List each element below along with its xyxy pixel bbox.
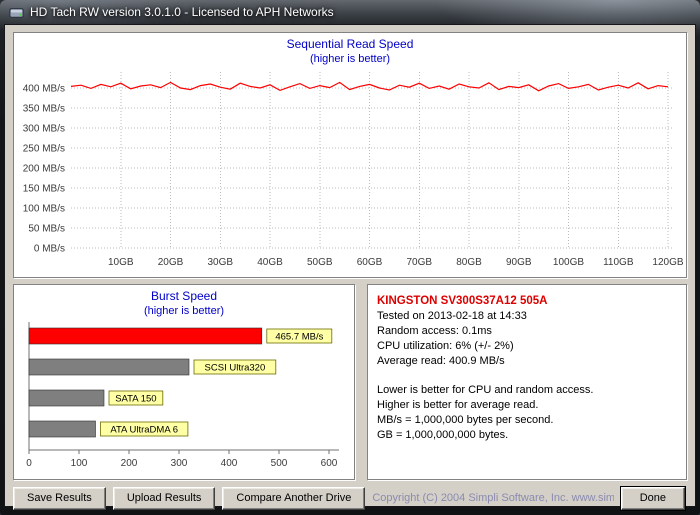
svg-text:400 MB/s: 400 MB/s [23, 84, 65, 95]
burst-speed-panel: Burst Speed (higher is better) 0 100 200 30… [13, 284, 355, 480]
svg-text:400: 400 [221, 458, 238, 469]
info-line-random-access: Random access: 0.1ms [377, 324, 677, 339]
svg-text:70GB: 70GB [407, 257, 433, 268]
burst-chart-subtitle: (higher is better) [14, 304, 354, 318]
info-line-cpu-utilization: CPU utilization: 6% (+/- 2%) [377, 339, 677, 354]
svg-text:ATA UltraDMA 6: ATA UltraDMA 6 [110, 425, 178, 436]
svg-text:80GB: 80GB [456, 257, 482, 268]
app-window: HD Tach RW version 3.0.1.0 - Licensed to… [0, 0, 700, 515]
sequential-chart-subtitle: (higher is better) [14, 52, 686, 66]
info-line-tested: Tested on 2013-02-18 at 14:33 [377, 309, 677, 324]
svg-text:465.7 MB/s: 465.7 MB/s [275, 332, 323, 343]
svg-text:300 MB/s: 300 MB/s [23, 124, 65, 135]
note-higher-better: Higher is better for average read. [377, 398, 677, 413]
upload-results-button[interactable]: Upload Results [113, 487, 216, 510]
burst-speed-chart: 0 100 200 300 400 500 600 465.7 MB/s SCSI Ultra3… [15, 318, 353, 476]
svg-text:100 MB/s: 100 MB/s [23, 204, 65, 215]
burst-chart-title: Burst Speed [14, 289, 354, 304]
svg-text:250 MB/s: 250 MB/s [23, 144, 65, 155]
bottom-row: Burst Speed (higher is better) 0 100 200 30… [13, 284, 687, 480]
copyright-text: Copyright (C) 2004 Simpli Software, Inc.… [372, 492, 613, 504]
svg-text:500: 500 [271, 458, 288, 469]
svg-text:200: 200 [121, 458, 138, 469]
save-results-button[interactable]: Save Results [13, 487, 106, 510]
sequential-read-chart: 400 MB/s 350 MB/s 300 MB/s 250 MB/s 200 MB/s… [15, 66, 685, 272]
svg-text:50GB: 50GB [307, 257, 333, 268]
svg-text:600: 600 [321, 458, 338, 469]
svg-text:200 MB/s: 200 MB/s [23, 164, 65, 175]
svg-text:350 MB/s: 350 MB/s [23, 104, 65, 115]
sequential-read-panel: Sequential Read Speed (higher is better)… [13, 32, 687, 278]
svg-text:120GB: 120GB [652, 257, 683, 268]
svg-text:50 MB/s: 50 MB/s [28, 224, 65, 235]
sequential-chart-title: Sequential Read Speed [14, 37, 686, 52]
svg-text:0: 0 [26, 458, 32, 469]
svg-text:SATA 150: SATA 150 [115, 394, 156, 405]
svg-text:60GB: 60GB [357, 257, 383, 268]
note-mbs-definition: MB/s = 1,000,000 bytes per second. [377, 413, 677, 428]
svg-text:110GB: 110GB [603, 257, 634, 268]
svg-text:20GB: 20GB [158, 257, 184, 268]
note-lower-better: Lower is better for CPU and random acces… [377, 383, 677, 398]
svg-text:90GB: 90GB [506, 257, 532, 268]
footer-toolbar: Save Results Upload Results Compare Anot… [13, 486, 687, 510]
hard-drive-icon [8, 4, 24, 20]
window-title: HD Tach RW version 3.0.1.0 - Licensed to… [30, 5, 334, 19]
info-spacer [377, 369, 677, 383]
compare-another-drive-button[interactable]: Compare Another Drive [222, 487, 365, 510]
svg-text:100: 100 [71, 458, 88, 469]
svg-text:40GB: 40GB [257, 257, 283, 268]
done-button[interactable]: Done [621, 487, 685, 510]
info-line-average-read: Average read: 400.9 MB/s [377, 354, 677, 369]
svg-text:100GB: 100GB [553, 257, 584, 268]
note-gb-definition: GB = 1,000,000,000 bytes. [377, 428, 677, 443]
svg-text:0 MB/s: 0 MB/s [34, 244, 65, 255]
drive-info-panel: KINGSTON SV300S37A12 505A Tested on 2013… [367, 284, 687, 480]
svg-text:30GB: 30GB [208, 257, 234, 268]
svg-text:10GB: 10GB [108, 257, 134, 268]
svg-text:300: 300 [171, 458, 188, 469]
svg-text:150 MB/s: 150 MB/s [23, 184, 65, 195]
client-area: Sequential Read Speed (higher is better)… [4, 24, 696, 507]
drive-name: KINGSTON SV300S37A12 505A [377, 293, 677, 309]
svg-text:SCSI Ultra320: SCSI Ultra320 [205, 363, 266, 374]
window-titlebar[interactable]: HD Tach RW version 3.0.1.0 - Licensed to… [4, 0, 696, 24]
